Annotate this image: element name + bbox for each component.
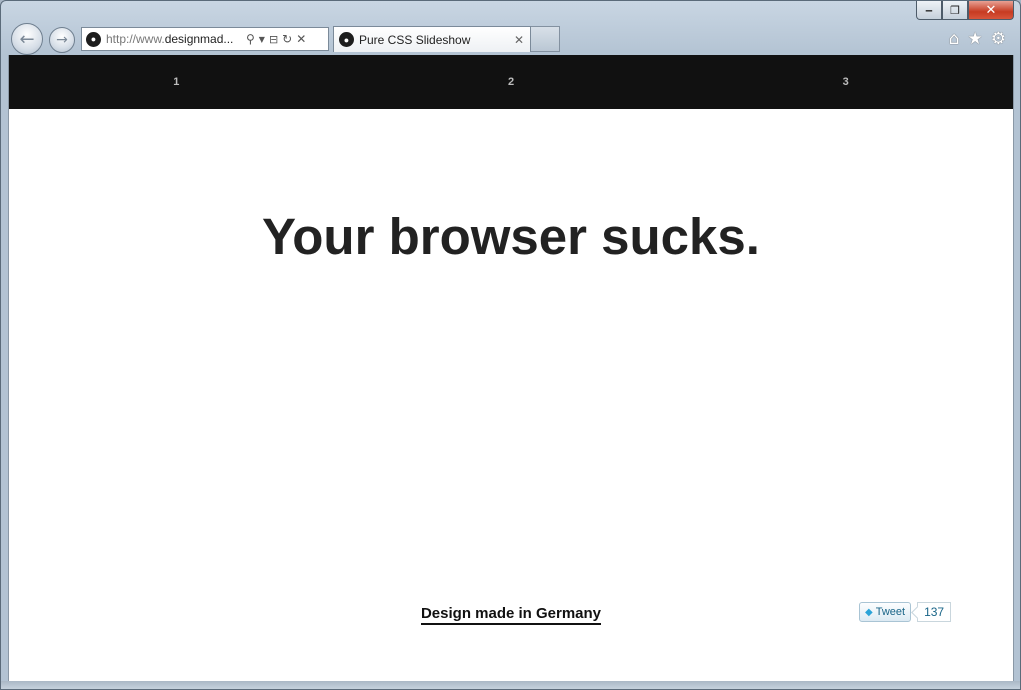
window-bottom-border	[1, 681, 1020, 689]
tab-favicon-icon: ●	[339, 32, 354, 47]
tab-pure-css-slideshow[interactable]: ● Pure CSS Slideshow ✕	[333, 26, 531, 52]
address-url[interactable]: http://www.designmad...	[106, 32, 242, 46]
tweet-label: Tweet	[875, 606, 906, 618]
slide-link-2[interactable]: 2	[344, 76, 679, 88]
slide-link-1[interactable]: 1	[9, 76, 344, 88]
forward-arrow-icon: →	[56, 32, 68, 48]
back-arrow-icon: ←	[19, 28, 35, 50]
address-bar[interactable]: ● http://www.designmad... ⚲ ▼ ⊟ ↻ ✕	[81, 27, 329, 51]
page-viewport: 1 2 3 Your browser sucks. Design made in…	[8, 55, 1014, 683]
settings-gear-icon[interactable]: ⚙	[991, 29, 1006, 49]
back-button[interactable]: ←	[11, 23, 43, 55]
tab-close-icon[interactable]: ✕	[514, 33, 524, 47]
favorites-star-icon[interactable]: ★	[968, 29, 983, 49]
tweet-button[interactable]: ◆ Tweet	[859, 602, 912, 622]
compatibility-icon[interactable]: ⊟	[269, 33, 278, 46]
stop-icon[interactable]: ✕	[296, 32, 306, 46]
new-tab-button[interactable]	[531, 26, 560, 52]
tweet-widget: ◆ Tweet 137	[859, 602, 952, 622]
minimize-button[interactable]: ‒	[916, 1, 942, 20]
forward-button[interactable]: →	[49, 27, 75, 53]
url-prefix: http://www.	[106, 32, 165, 46]
search-dropdown-icon[interactable]: ▼	[259, 35, 265, 44]
browser-tools: ⌂ ★ ⚙	[949, 29, 1006, 49]
browser-navigation-bar: ← → ● http://www.designmad... ⚲ ▼ ⊟ ↻ ✕ …	[9, 23, 1012, 55]
refresh-icon[interactable]: ↻	[282, 32, 292, 46]
search-icon[interactable]: ⚲	[246, 32, 255, 46]
browser-window: ‒ ❐ ✕ ← → ● http://www.designmad... ⚲ ▼ …	[0, 0, 1021, 690]
home-icon[interactable]: ⌂	[949, 29, 960, 49]
design-made-in-germany-link[interactable]: Design made in Germany	[420, 605, 602, 625]
tab-title: Pure CSS Slideshow	[359, 32, 471, 47]
restore-button[interactable]: ❐	[942, 1, 968, 20]
window-caption-buttons: ‒ ❐ ✕	[916, 1, 1014, 20]
slide-link-3[interactable]: 3	[678, 76, 1013, 88]
page-headline: Your browser sucks.	[262, 208, 760, 265]
site-favicon-icon: ●	[86, 31, 101, 47]
slide-navigation: 1 2 3	[9, 55, 1013, 109]
twitter-bird-icon: ◆	[865, 606, 873, 618]
tweet-count[interactable]: 137	[917, 602, 952, 622]
url-domain: designmad...	[164, 32, 234, 46]
close-window-button[interactable]: ✕	[968, 1, 1014, 20]
